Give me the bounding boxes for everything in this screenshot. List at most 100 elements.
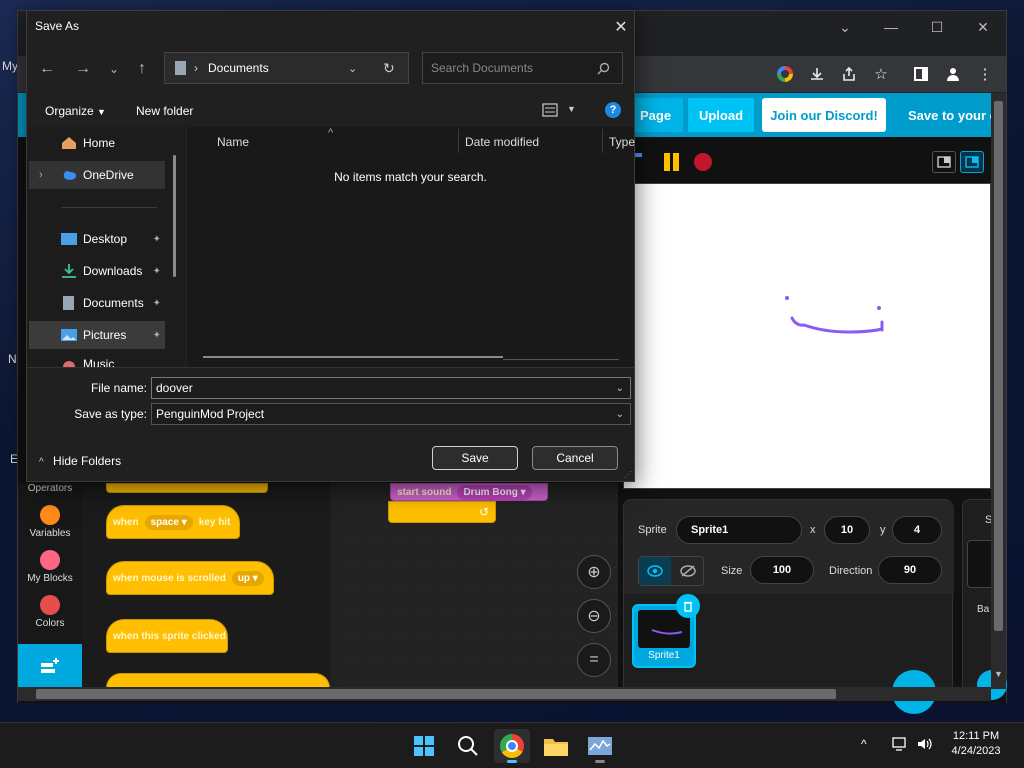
refresh-icon[interactable]: ↻ — [383, 60, 395, 77]
start-button[interactable] — [406, 729, 442, 763]
tab-search-icon[interactable]: ⌄ — [822, 11, 868, 43]
category-my-blocks[interactable]: My Blocks — [18, 550, 82, 584]
save-type-select[interactable]: PenguinMod Project ⌄ — [151, 403, 631, 425]
delete-sprite-icon[interactable] — [676, 594, 700, 618]
nav-item-home[interactable]: Home — [29, 129, 165, 157]
chevron-down-icon[interactable]: ⌄ — [616, 383, 624, 394]
nav-pane-scrollbar[interactable] — [173, 155, 176, 277]
cancel-button[interactable]: Cancel — [532, 446, 618, 470]
upload-button[interactable]: Upload — [688, 98, 754, 132]
desktop-icon-label[interactable]: N — [8, 352, 17, 366]
show-hidden-icons-chevron-icon[interactable]: ^ — [861, 737, 867, 751]
back-arrow-icon[interactable]: ← — [35, 58, 59, 80]
address-bar[interactable]: › Documents ⌄ ↻ — [164, 52, 409, 84]
help-icon[interactable]: ? — [605, 102, 621, 118]
resize-grip-icon[interactable]: ⋰ — [624, 470, 632, 479]
hide-folders-toggle[interactable]: ^ Hide Folders — [39, 454, 121, 468]
reset-zoom-icon[interactable]: = — [577, 643, 611, 677]
profile-icon[interactable] — [942, 63, 964, 85]
maximize-button[interactable]: ☐ — [914, 11, 960, 43]
file-explorer-button[interactable] — [538, 729, 574, 763]
script-workspace[interactable]: start sound Drum Bong ▾ ↺ ⊕ ⊖ = — [340, 483, 618, 688]
nav-item-downloads[interactable]: Downloads ✦ — [29, 257, 165, 285]
volume-icon[interactable] — [916, 736, 936, 754]
download-icon[interactable] — [806, 63, 828, 85]
page-vertical-scrollbar[interactable]: ▼ — [991, 93, 1006, 689]
y-position-input[interactable]: 4 — [892, 516, 942, 544]
bookmark-star-icon[interactable]: ☆ — [870, 63, 892, 85]
green-flag-icon[interactable] — [634, 153, 642, 157]
pin-icon[interactable]: ✦ — [153, 266, 161, 277]
chevron-down-icon[interactable]: ⌄ — [616, 409, 624, 420]
direction-input[interactable]: 90 — [878, 556, 942, 584]
menu-icon[interactable]: ⋮ — [974, 63, 996, 85]
scroll-down-icon[interactable]: ▼ — [994, 669, 1003, 679]
chrome-taskbar-button[interactable] — [494, 729, 530, 763]
clock[interactable]: 12:11 PM 4/24/2023 — [944, 730, 1008, 757]
zoom-in-icon[interactable]: ⊕ — [577, 555, 611, 589]
hide-sprite-icon[interactable] — [672, 557, 703, 585]
file-name-input[interactable]: doover ⌄ — [151, 377, 631, 399]
nav-item-pictures[interactable]: Pictures ✦ — [29, 321, 165, 349]
add-extension-button[interactable] — [18, 644, 82, 688]
when-mouse-scrolled-block[interactable]: when mouse is scrolled up ▾ — [106, 561, 274, 595]
file-list[interactable]: ^ Name Date modified Type No items match… — [187, 127, 635, 367]
horizontal-scroll-thumb[interactable] — [36, 689, 836, 699]
column-type[interactable]: Type — [609, 135, 635, 149]
project-page-button[interactable]: Page — [628, 98, 684, 132]
size-input[interactable]: 100 — [750, 556, 814, 584]
pause-icon[interactable] — [662, 153, 680, 171]
view-options-icon[interactable] — [542, 103, 560, 117]
share-icon[interactable] — [838, 63, 860, 85]
page-horizontal-scrollbar[interactable] — [18, 687, 991, 701]
show-sprite-icon[interactable] — [639, 557, 671, 585]
when-sprite-clicked-block[interactable]: when this sprite clicked — [106, 619, 228, 653]
forward-arrow-icon[interactable]: → — [71, 58, 95, 80]
zoom-out-icon[interactable]: ⊖ — [577, 599, 611, 633]
desktop-icon-label[interactable]: My — [2, 59, 18, 73]
nav-item-desktop[interactable]: Desktop ✦ — [29, 225, 165, 253]
save-button[interactable]: Save — [432, 446, 518, 470]
sound-dropdown[interactable]: Drum Bong ▾ — [457, 484, 532, 500]
google-icon[interactable] — [774, 63, 796, 85]
hat-block[interactable] — [106, 673, 330, 688]
stop-icon[interactable] — [694, 153, 712, 171]
large-stage-icon[interactable] — [960, 151, 984, 173]
loop-block-bottom[interactable]: ↺ — [388, 501, 496, 523]
sprite-name-input[interactable]: Sprite1 — [676, 516, 802, 544]
close-browser-button[interactable]: ✕ — [960, 11, 1006, 43]
organize-menu[interactable]: Organize ▼ — [45, 104, 106, 118]
recent-locations-icon[interactable]: ⌄ — [102, 58, 126, 80]
when-key-hit-block[interactable]: when space ▾ key hit — [106, 505, 240, 539]
side-panel-icon[interactable] — [910, 63, 932, 85]
column-name[interactable]: Name — [217, 135, 249, 149]
palette-scrollbar[interactable] — [330, 483, 340, 688]
category-operators[interactable]: Operators — [18, 483, 82, 494]
up-arrow-icon[interactable]: ↑ — [130, 58, 154, 80]
address-dropdown-icon[interactable]: ⌄ — [348, 62, 357, 75]
start-sound-block[interactable]: start sound Drum Bong ▾ — [390, 483, 548, 501]
nav-item-documents[interactable]: Documents ✦ — [29, 289, 165, 317]
minimize-button[interactable]: — — [868, 11, 914, 43]
small-stage-icon[interactable] — [932, 151, 956, 173]
category-colors[interactable]: Colors — [18, 595, 82, 629]
list-horizontal-scrollbar[interactable] — [203, 356, 503, 358]
new-folder-button[interactable]: New folder — [136, 104, 193, 118]
nav-item-onedrive[interactable]: › OneDrive — [29, 161, 165, 189]
code-block[interactable] — [106, 483, 268, 493]
column-date-modified[interactable]: Date modified — [465, 135, 539, 149]
nav-item-music[interactable]: Music — [29, 353, 165, 367]
pin-icon[interactable]: ✦ — [153, 234, 161, 245]
key-dropdown[interactable]: space ▾ — [144, 514, 193, 530]
x-position-input[interactable]: 10 — [824, 516, 870, 544]
network-icon[interactable] — [891, 736, 911, 754]
join-discord-button[interactable]: Join our Discord! — [762, 98, 886, 132]
stage-canvas[interactable] — [623, 183, 991, 489]
vertical-scroll-thumb[interactable] — [994, 101, 1003, 631]
search-box[interactable]: Search Documents — [422, 52, 623, 84]
category-variables[interactable]: Variables — [18, 505, 82, 539]
close-dialog-icon[interactable]: ✕ — [606, 13, 636, 41]
view-dropdown-icon[interactable]: ▼ — [567, 104, 576, 114]
pin-icon[interactable]: ✦ — [153, 298, 161, 309]
pin-icon[interactable]: ✦ — [153, 330, 161, 341]
